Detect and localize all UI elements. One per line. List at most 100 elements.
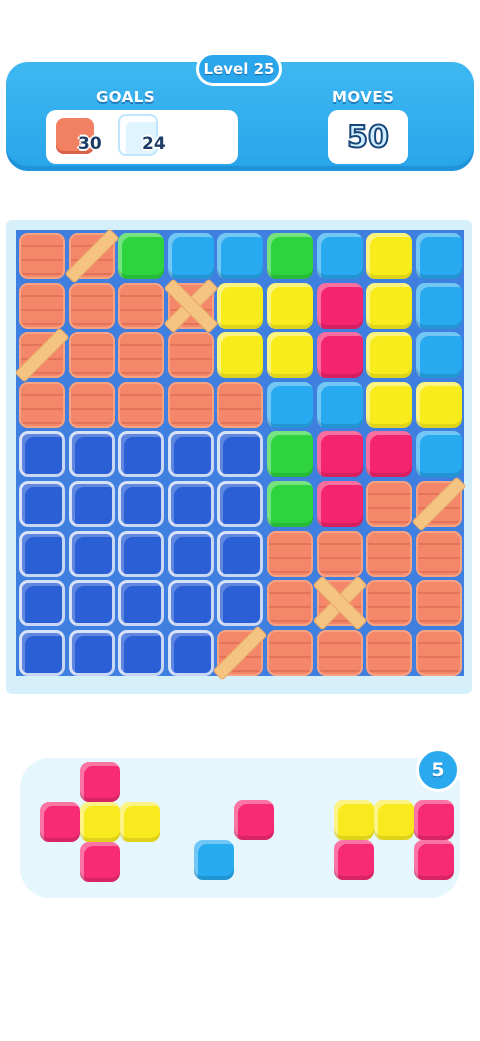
wood-crate-cell[interactable] — [167, 332, 214, 379]
wood-crate-cell[interactable] — [68, 381, 115, 428]
ice-goal-count: 24 — [142, 134, 166, 154]
green-block-cell[interactable] — [118, 233, 165, 279]
yellow-block-cell[interactable] — [366, 282, 413, 329]
wood-crate-cell[interactable] — [366, 530, 413, 577]
wood-crate-cell[interactable] — [316, 530, 363, 577]
yellow-block-cell[interactable] — [366, 233, 413, 279]
wood-crate-cell[interactable] — [214, 626, 267, 679]
pieces-left-badge: 5 — [416, 748, 460, 792]
s-piece-block[interactable] — [414, 840, 454, 880]
wood-crate-cell[interactable] — [164, 279, 217, 332]
wood-crate-cell[interactable] — [118, 381, 165, 428]
ice-block-cell[interactable] — [118, 530, 165, 577]
wood-crate-cell[interactable] — [65, 229, 118, 283]
diagonal-piece-block[interactable] — [234, 800, 274, 840]
ice-block-cell[interactable] — [118, 481, 165, 527]
plus-piece-block[interactable] — [120, 802, 160, 842]
plank-icon — [214, 626, 267, 679]
wood-crate-cell[interactable] — [217, 381, 264, 428]
ice-block-cell[interactable] — [118, 431, 165, 478]
ice-block-cell[interactable] — [167, 530, 214, 577]
pink-block-cell[interactable] — [316, 332, 363, 379]
ice-block-cell[interactable] — [217, 580, 264, 627]
wood-crate-cell[interactable] — [415, 530, 462, 577]
wood-crate-cell[interactable] — [267, 580, 313, 627]
blue-block-cell[interactable] — [316, 233, 363, 279]
green-block-cell[interactable] — [267, 233, 313, 279]
ice-block-cell[interactable] — [19, 431, 65, 478]
s-piece-block[interactable] — [334, 840, 374, 880]
yellow-block-cell[interactable] — [217, 332, 264, 379]
ice-block-cell[interactable] — [217, 431, 264, 478]
wood-crate-cell[interactable] — [316, 629, 363, 676]
s-piece-block[interactable] — [374, 800, 414, 840]
wood-crate-cell[interactable] — [366, 580, 413, 627]
ice-block-cell[interactable] — [118, 629, 165, 676]
ice-block-cell[interactable] — [167, 481, 214, 527]
plus-piece-block[interactable] — [80, 802, 120, 842]
ice-block-cell[interactable] — [167, 580, 214, 627]
blue-block-cell[interactable] — [217, 233, 264, 279]
wood-crate-cell[interactable] — [267, 629, 313, 676]
wood-crate-cell[interactable] — [267, 530, 313, 577]
wood-crate-cell[interactable] — [167, 381, 214, 428]
wood-crate-cell[interactable] — [415, 629, 462, 676]
wood-crate-cell[interactable] — [313, 577, 366, 630]
s-piece-block[interactable] — [414, 800, 454, 840]
green-block-cell[interactable] — [267, 481, 313, 527]
wood-crate-cell[interactable] — [366, 481, 413, 527]
diagonal-piece-block[interactable] — [194, 840, 234, 880]
ice-block-cell[interactable] — [19, 530, 65, 577]
blue-block-cell[interactable] — [267, 381, 313, 428]
wood-goal-count: 30 — [78, 134, 102, 154]
ice-block-cell[interactable] — [68, 530, 115, 577]
wood-crate-cell[interactable] — [412, 477, 465, 531]
pink-block-cell[interactable] — [366, 431, 413, 478]
wood-crate-cell[interactable] — [68, 282, 115, 329]
yellow-block-cell[interactable] — [415, 381, 462, 428]
wood-crate-cell[interactable] — [118, 282, 165, 329]
wood-crate-cell[interactable] — [68, 332, 115, 379]
blue-block-cell[interactable] — [316, 381, 363, 428]
plus-piece-block[interactable] — [80, 762, 120, 802]
game-board[interactable] — [15, 229, 465, 679]
wood-crate-cell[interactable] — [415, 580, 462, 627]
blue-block-cell[interactable] — [415, 233, 462, 279]
green-block-cell[interactable] — [267, 431, 313, 478]
wood-crate-cell[interactable] — [15, 329, 69, 382]
yellow-block-cell[interactable] — [217, 282, 264, 329]
yellow-block-cell[interactable] — [267, 332, 313, 379]
ice-block-cell[interactable] — [19, 481, 65, 527]
wood-crate-cell[interactable] — [366, 629, 413, 676]
pink-block-cell[interactable] — [316, 431, 363, 478]
wood-crate-cell[interactable] — [19, 282, 65, 329]
yellow-block-cell[interactable] — [366, 332, 413, 379]
ice-block-cell[interactable] — [68, 580, 115, 627]
s-piece-block[interactable] — [334, 800, 374, 840]
plank-icon — [412, 477, 465, 531]
pink-block-cell[interactable] — [316, 481, 363, 527]
ice-block-cell[interactable] — [167, 629, 214, 676]
pink-block-cell[interactable] — [316, 282, 363, 329]
plus-piece-block[interactable] — [40, 802, 80, 842]
yellow-block-cell[interactable] — [366, 381, 413, 428]
yellow-block-cell[interactable] — [267, 282, 313, 329]
ice-block-cell[interactable] — [217, 481, 264, 527]
ice-block-cell[interactable] — [118, 580, 165, 627]
ice-block-cell[interactable] — [68, 481, 115, 527]
blue-block-cell[interactable] — [167, 233, 214, 279]
ice-block-cell[interactable] — [68, 431, 115, 478]
wood-crate-cell[interactable] — [118, 332, 165, 379]
wood-crate-cell[interactable] — [19, 381, 65, 428]
blue-block-cell[interactable] — [415, 332, 462, 379]
plank-icon — [15, 329, 69, 382]
ice-block-cell[interactable] — [19, 629, 65, 676]
ice-block-cell[interactable] — [19, 580, 65, 627]
plus-piece-block[interactable] — [80, 842, 120, 882]
wood-crate-cell[interactable] — [19, 233, 65, 279]
blue-block-cell[interactable] — [415, 431, 462, 478]
blue-block-cell[interactable] — [415, 282, 462, 329]
ice-block-cell[interactable] — [68, 629, 115, 676]
ice-block-cell[interactable] — [217, 530, 264, 577]
ice-block-cell[interactable] — [167, 431, 214, 478]
